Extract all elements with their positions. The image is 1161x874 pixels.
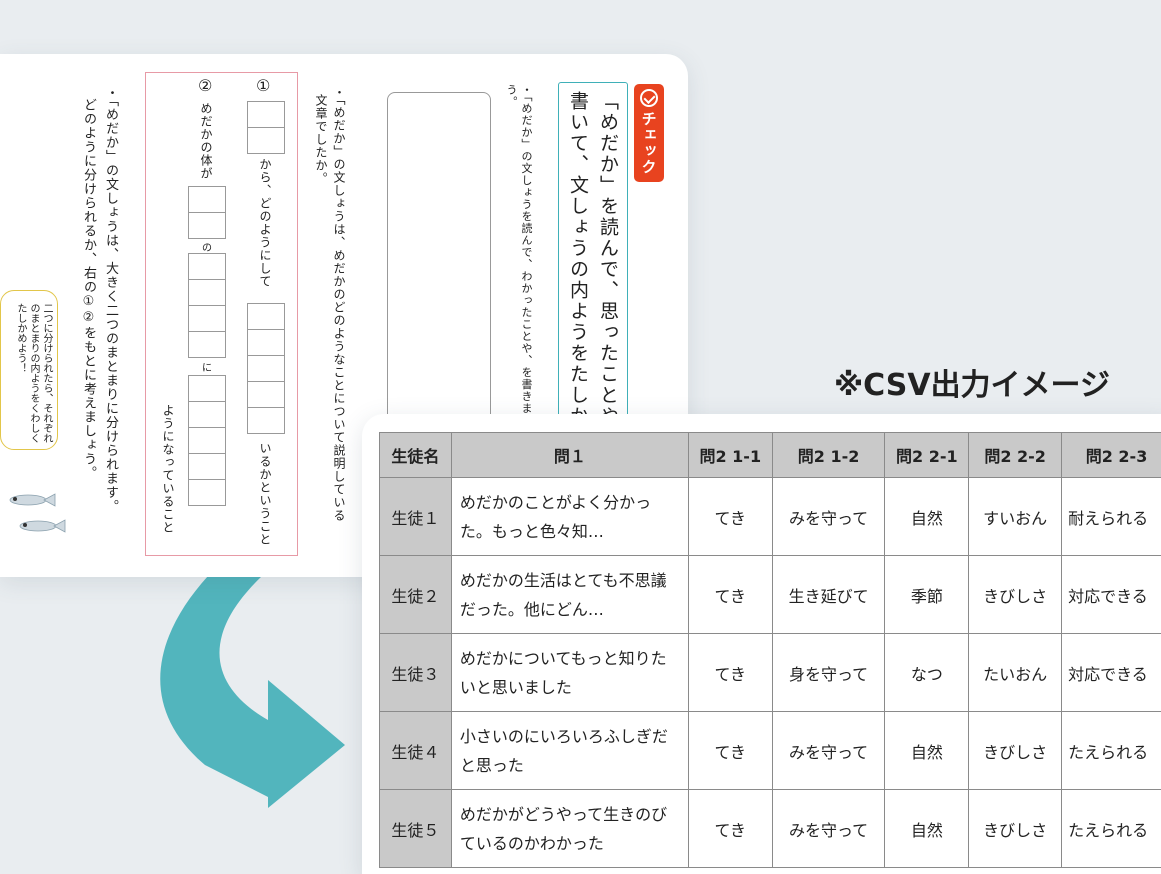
- question2-line2: どのように分けられるか、右の①②をもとに考えましょう。: [80, 98, 97, 528]
- cell: 身を守って: [772, 634, 885, 712]
- check-circle-icon: [640, 89, 658, 107]
- cell-q1: めだかの生活はとても不思議だった。他にどん…: [451, 556, 688, 634]
- cell: 対応できる: [1062, 556, 1161, 634]
- cell: てき: [688, 478, 772, 556]
- check-badge: チェック: [634, 84, 664, 182]
- worksheet-title: 「めだか」を読んで、思ったことや書いて、文しょうの内ようをたしか: [563, 91, 623, 431]
- cell: 季節: [885, 556, 969, 634]
- cell: なつ: [885, 634, 969, 712]
- table-row: 生徒３ めだかについてもっと知りたいと思いました てき 身を守って なつ たいお…: [380, 634, 1161, 712]
- medaka-fish-icon: [14, 518, 66, 534]
- cell-q1: めだかのことがよく分かった。もっと色々知…: [451, 478, 688, 556]
- cell-student: 生徒１: [380, 478, 452, 556]
- answer-cells-2a[interactable]: [188, 187, 226, 239]
- text-from: から、どのようにして: [257, 158, 273, 308]
- cell: きびしさ: [969, 556, 1062, 634]
- cell: てき: [688, 556, 772, 634]
- cell-student: 生徒３: [380, 634, 452, 712]
- header-student: 生徒名: [380, 433, 452, 478]
- cell: 自然: [885, 478, 969, 556]
- cell-q1-text: 小さいのにいろいろふしぎだと思った: [460, 722, 680, 780]
- mark-2: ②: [198, 76, 212, 95]
- cell: たえられる: [1062, 712, 1161, 790]
- csv-table: 生徒名 問１ 問2 1-1 問2 1-2 問2 2-1 問2 2-2 問2 2-…: [379, 432, 1161, 868]
- medaka-fish-icon: [4, 492, 56, 508]
- cell: たいおん: [969, 634, 1062, 712]
- mark-1: ①: [256, 76, 270, 95]
- answer-cells-2b[interactable]: [188, 254, 226, 358]
- cell-q1: めだかについてもっと知りたいと思いました: [451, 634, 688, 712]
- header-q1: 問１: [451, 433, 688, 478]
- cell-student: 生徒４: [380, 712, 452, 790]
- header-q2-2-2: 問2 2-2: [969, 433, 1062, 478]
- answer-box[interactable]: [387, 92, 491, 427]
- cell: 自然: [885, 712, 969, 790]
- cell: 耐えられる: [1062, 478, 1161, 556]
- cell: みを守って: [772, 712, 885, 790]
- cell-q1-text: めだかのことがよく分かった。もっと色々知…: [460, 488, 680, 546]
- text-ni: に: [202, 359, 212, 374]
- answer-cells-2c[interactable]: [188, 376, 226, 506]
- cell-student: 生徒２: [380, 556, 452, 634]
- cell-q1-text: めだかについてもっと知りたいと思いました: [460, 644, 680, 702]
- speech-bubble: 二つに分けられたら、それぞれのまとまりの内ようをくわしくたしかめよう！: [0, 290, 58, 450]
- table-header-row: 生徒名 問１ 問2 1-1 問2 1-2 問2 2-1 問2 2-2 問2 2-…: [380, 433, 1161, 478]
- cell-q1-text: めだかの生活はとても不思議だった。他にどん…: [460, 566, 680, 624]
- speech-bubble-text: 二つに分けられたら、それぞれのまとまりの内ようをくわしくたしかめよう！: [14, 303, 53, 443]
- table-row: 生徒２ めだかの生活はとても不思議だった。他にどん… てき 生き延びて 季節 き…: [380, 556, 1161, 634]
- question1-line1: ・「めだか」の文しょうは、めだかのどのようなことについて説明している: [331, 86, 347, 556]
- header-q2-2-3: 問2 2-3: [1062, 433, 1161, 478]
- worksheet-title-box: 「めだか」を読んで、思ったことや書いて、文しょうの内ようをたしか: [558, 82, 628, 432]
- question2-line1: ・「めだか」の文しょうは、大きく二つのまとまりに分けられます。: [102, 86, 119, 556]
- cell: きびしさ: [969, 712, 1062, 790]
- cell-q1: 小さいのにいろいろふしぎだと思った: [451, 712, 688, 790]
- answer-cells-1b[interactable]: [247, 304, 285, 434]
- instruction-text: ・「めだか」の文しょうを読んで、わかったことや、を書きましょう。: [504, 84, 534, 444]
- answer-cells-1a[interactable]: [247, 102, 285, 154]
- check-label: チェック: [639, 111, 660, 175]
- table-row: 生徒４ 小さいのにいろいろふしぎだと思った てき みを守って 自然 きびしさ た…: [380, 712, 1161, 790]
- cell: 対応できる: [1062, 634, 1161, 712]
- text-no: の: [202, 239, 212, 254]
- header-q2-1-1: 問2 1-1: [688, 433, 772, 478]
- table-row: 生徒１ めだかのことがよく分かった。もっと色々知… てき みを守って 自然 すい…: [380, 478, 1161, 556]
- cell: 生き延びて: [772, 556, 885, 634]
- question1-line2: 文章でしたか。: [313, 94, 329, 214]
- cell-q1-text: めだかがどうやって生きのびているのかわかった: [460, 800, 680, 858]
- text-iruka: いるかということ: [257, 442, 273, 552]
- text-youni: ようになっていること: [160, 404, 176, 554]
- csv-heading: ※CSV出力イメージ: [834, 360, 1110, 404]
- csv-table-card: 生徒名 問１ 問2 1-1 問2 1-2 問2 2-1 問2 2-2 問2 2-…: [362, 414, 1161, 874]
- text-body: めだかの体が: [198, 102, 214, 192]
- cell: てき: [688, 712, 772, 790]
- cell: すいおん: [969, 478, 1062, 556]
- header-q2-1-2: 問2 1-2: [772, 433, 885, 478]
- cell: みを守って: [772, 478, 885, 556]
- header-q2-2-1: 問2 2-1: [885, 433, 969, 478]
- cell: てき: [688, 634, 772, 712]
